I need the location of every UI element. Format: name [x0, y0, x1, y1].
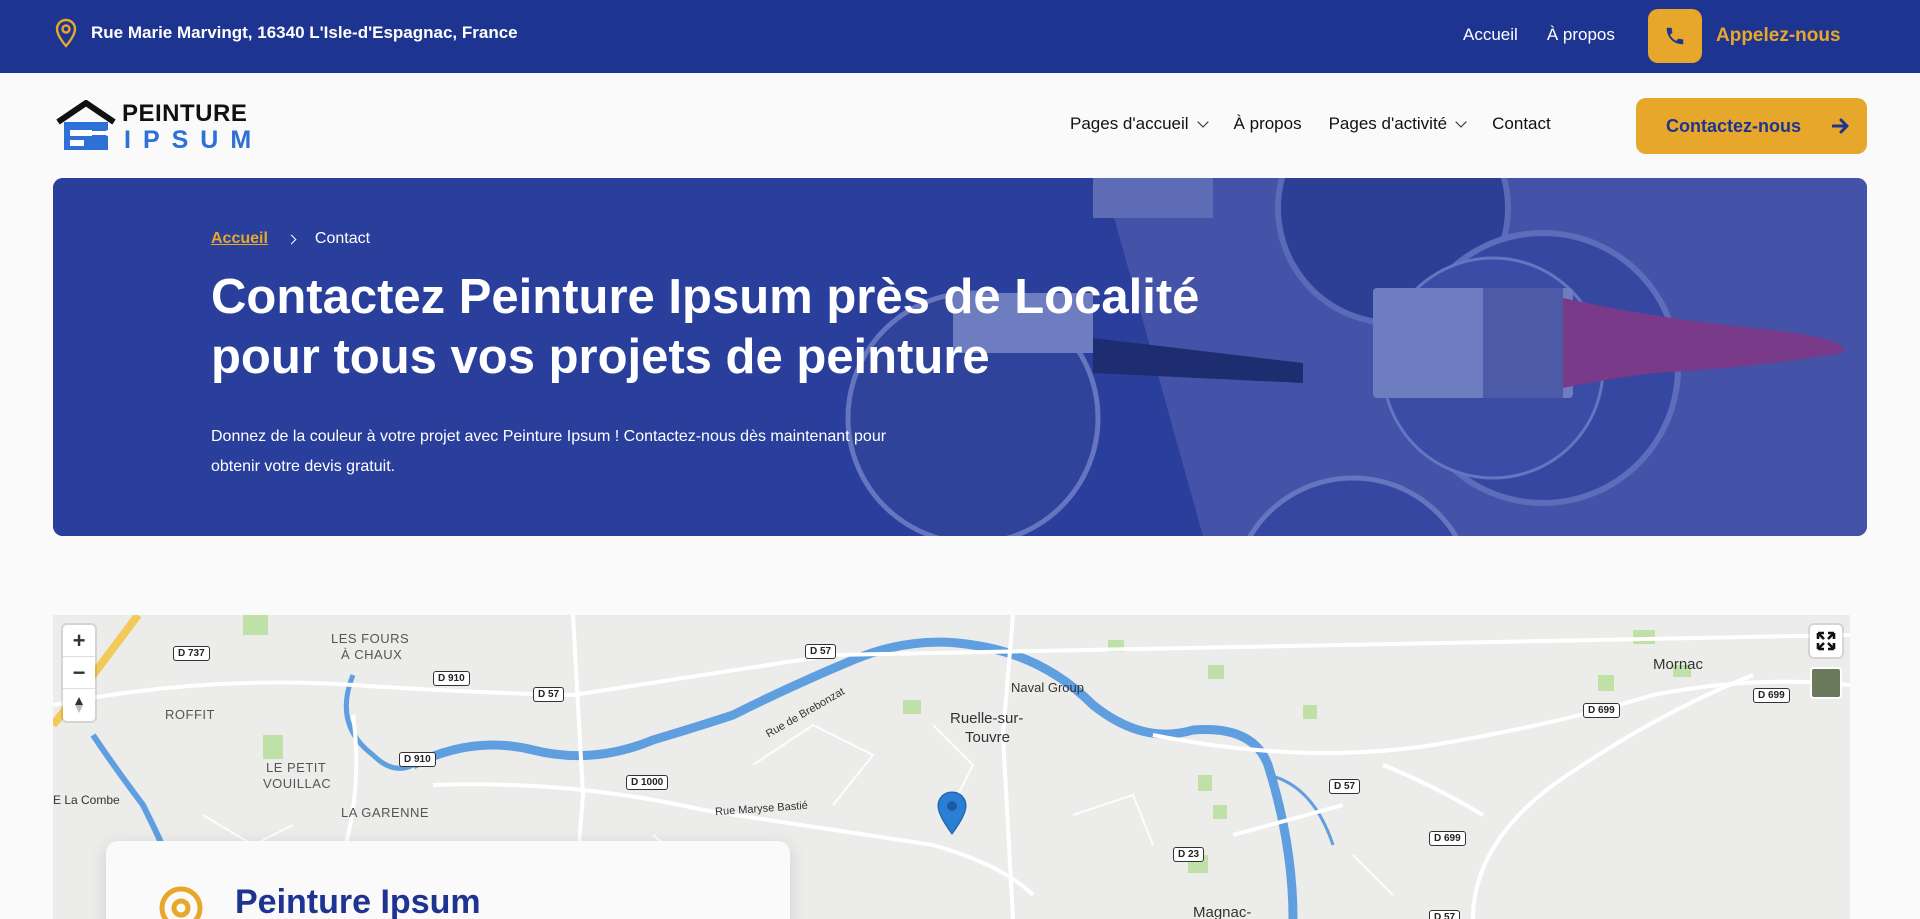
menu-pages-activite[interactable]: Pages d'activité — [1328, 114, 1467, 134]
page-title: Contactez Peinture Ipsum près de Localit… — [211, 270, 1200, 384]
top-link-accueil[interactable]: Accueil — [1463, 25, 1518, 45]
menu: Pages d'accueil À propos Pages d'activit… — [1070, 114, 1551, 134]
menu-contact-label: Contact — [1492, 114, 1551, 133]
fullscreen-icon — [1816, 631, 1836, 651]
road-badge: D 699 — [1583, 703, 1620, 718]
menu-pages-accueil-label: Pages d'accueil — [1070, 114, 1189, 133]
house-paint-logo-icon — [56, 100, 116, 150]
road-badge: D 699 — [1753, 688, 1790, 703]
map-label-roffit: ROFFIT — [165, 707, 215, 722]
zoom-out-button[interactable]: − — [63, 657, 95, 689]
road-badge: D 57 — [805, 644, 837, 659]
menu-a-propos-label: À propos — [1233, 114, 1302, 133]
compass-icon — [75, 697, 83, 713]
address-text: Rue Marie Marvingt, 16340 L'Isle-d'Espag… — [91, 23, 518, 42]
contact-card: Peinture Ipsum — [106, 841, 790, 919]
chevron-right-icon — [286, 234, 297, 244]
menu-pages-accueil[interactable]: Pages d'accueil — [1070, 114, 1209, 134]
map-label-magnac: Magnac- — [1193, 904, 1252, 919]
compass-button[interactable] — [63, 689, 95, 721]
road-badge: D 57 — [1429, 910, 1461, 919]
map-label-mornac: Mornac — [1653, 656, 1704, 673]
location-pin-icon — [55, 18, 77, 48]
map-label-le-petit: LE PETIT — [266, 760, 327, 775]
map-label-a-chaux: À CHAUX — [341, 647, 403, 662]
breadcrumb-home-link[interactable]: Accueil — [211, 230, 268, 248]
map-label-la-combe: E La Combe — [53, 793, 120, 807]
call-label[interactable]: Appelez-nous — [1716, 25, 1841, 47]
breadcrumb-current: Contact — [314, 230, 371, 247]
satellite-toggle-button[interactable] — [1810, 667, 1842, 699]
map-marker-icon[interactable] — [937, 791, 967, 835]
top-link-a-propos[interactable]: À propos — [1547, 25, 1615, 45]
top-links: Accueil À propos — [1463, 25, 1615, 45]
map-label-ruelle-2: Touvre — [965, 729, 1011, 746]
road-badge: D 23 — [1173, 847, 1205, 862]
road-badge: D 699 — [1429, 831, 1466, 846]
main-nav: PEINTURE IPSUM Pages d'accueil À propos … — [0, 73, 1920, 178]
contact-cta-button[interactable]: Contactez-nous — [1636, 98, 1867, 154]
logo-line2: IPSUM — [124, 126, 264, 154]
page-subtitle: Donnez de la couleur à votre projet avec… — [211, 428, 887, 475]
fullscreen-button[interactable] — [1810, 625, 1842, 657]
logo[interactable]: PEINTURE IPSUM — [56, 100, 251, 154]
road-badge: D 1000 — [626, 775, 669, 790]
road-badge: D 57 — [1329, 779, 1361, 794]
road-badge: D 737 — [173, 646, 210, 661]
map-label-ruelle-1: Ruelle-sur- — [950, 710, 1024, 727]
phone-icon — [1666, 27, 1684, 45]
road-badge: D 910 — [433, 671, 470, 686]
menu-pages-activite-label: Pages d'activité — [1328, 114, 1448, 133]
contact-cta-label: Contactez-nous — [1666, 115, 1801, 136]
call-button[interactable] — [1648, 9, 1702, 63]
map-label-naval-group: Naval Group — [1011, 680, 1084, 695]
hero-banner: Accueil Contact Contactez Peinture Ipsum… — [53, 178, 1867, 536]
top-bar: Rue Marie Marvingt, 16340 L'Isle-d'Espag… — [0, 0, 1920, 73]
contact-card-title: Peinture Ipsum — [235, 883, 481, 919]
zoom-controls: + − — [63, 625, 95, 721]
menu-contact[interactable]: Contact — [1492, 114, 1551, 134]
chevron-down-icon — [1196, 115, 1209, 128]
arrow-right-icon — [1832, 118, 1849, 134]
map-label-les-fours: LES FOURS — [331, 631, 410, 646]
map-label-la-garenne: LA GARENNE — [341, 805, 430, 820]
chevron-down-icon — [1455, 115, 1467, 128]
zoom-in-button[interactable]: + — [63, 625, 95, 657]
road-badge: D 57 — [533, 687, 565, 702]
logo-line1: PEINTURE — [122, 100, 248, 127]
menu-a-propos[interactable]: À propos — [1234, 114, 1302, 134]
road-badge: D 910 — [399, 752, 436, 767]
breadcrumb: Accueil Contact — [211, 230, 370, 248]
target-location-icon — [159, 886, 203, 919]
map-label-vouillac: VOUILLAC — [263, 776, 332, 791]
address: Rue Marie Marvingt, 16340 L'Isle-d'Espag… — [55, 18, 518, 48]
